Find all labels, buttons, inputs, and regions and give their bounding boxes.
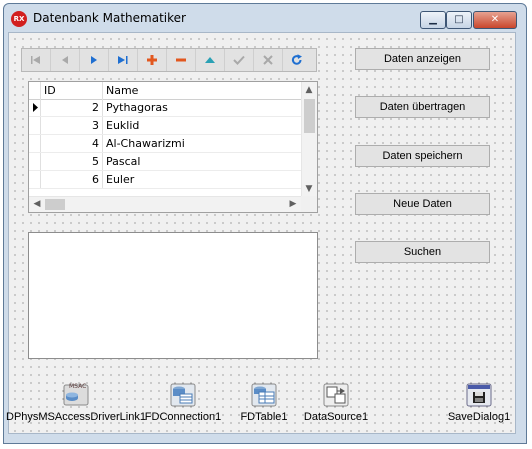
current-row-arrow-icon [33,103,38,112]
minimize-button[interactable]: ▁ [420,11,446,29]
cell-id[interactable]: 4 [41,135,103,152]
savedialog-component[interactable]: SaveDialog1 [444,382,514,423]
x-icon [263,55,273,65]
up-triangle-icon [205,57,215,63]
last-record-button[interactable] [109,49,138,71]
show-data-button[interactable]: Daten anzeigen [355,48,490,70]
table-row[interactable]: 4 Al-Chawarizmi [29,135,303,153]
check-icon [233,55,245,65]
table-row[interactable]: 2 Pythagoras [29,99,303,117]
scroll-up-icon[interactable]: ▲ [302,83,316,97]
edit-record-button[interactable] [196,49,225,71]
save-dialog-icon [465,382,493,408]
horizontal-scroll-thumb[interactable] [45,199,65,210]
app-logo-icon: RX [11,11,27,27]
driver-icon-label: MSAC [69,383,87,390]
vertical-scroll-thumb[interactable] [304,99,315,133]
memo-field[interactable] [28,232,318,359]
row-indicator [29,99,41,116]
delete-record-button[interactable] [167,49,196,71]
refresh-record-button[interactable] [283,49,312,71]
cell-name[interactable]: Euler [103,171,303,188]
transfer-data-button[interactable]: Daten übertragen [355,96,490,118]
cell-name[interactable]: Pythagoras [103,99,303,116]
datasource-label: DataSource1 [303,411,369,423]
cell-name[interactable]: Al-Chawarizmi [103,135,303,152]
cell-name[interactable]: Pascal [103,153,303,170]
table-row[interactable]: 5 Pascal [29,153,303,171]
table-icon [250,382,278,408]
cell-id[interactable]: 5 [41,153,103,170]
table-row[interactable]: 3 Euklid [29,117,303,135]
last-icon [118,56,128,64]
title-bar[interactable]: RX Datenbank Mathematiker ▁ □ ✕ [4,4,526,34]
scrollbar-corner [301,196,317,212]
table-label: FDTable1 [240,411,288,423]
connection-label: FDConnection1 [144,411,222,423]
column-header-id[interactable]: ID [41,82,103,99]
row-indicator [29,135,41,152]
table-row[interactable]: 6 Euler [29,171,303,189]
cell-id[interactable]: 6 [41,171,103,188]
search-button[interactable]: Suchen [355,241,490,263]
save-data-button[interactable]: Daten speichern [355,145,490,167]
database-connection-icon [169,382,197,408]
datasource-icon [322,382,350,408]
table-component[interactable]: FDTable1 [234,382,294,423]
grid-header: ID Name [29,82,303,100]
row-indicator [29,117,41,134]
cell-id[interactable]: 3 [41,117,103,134]
vertical-scrollbar[interactable]: ▲ ▼ [301,82,317,197]
plus-icon [147,55,157,65]
new-data-button[interactable]: Neue Daten [355,193,490,215]
next-record-button[interactable] [80,49,109,71]
driver-link-component[interactable]: MSAC DPhysMSAccessDriverLink1 [6,382,146,423]
driver-link-label: DPhysMSAccessDriverLink1 [6,411,146,423]
row-indicator [29,153,41,170]
row-indicator [29,171,41,188]
cancel-record-button[interactable] [254,49,283,71]
refresh-icon [291,54,302,65]
first-record-button[interactable] [22,49,51,71]
scroll-down-icon[interactable]: ▼ [302,182,316,196]
indicator-header [29,82,41,99]
next-icon [91,56,97,64]
database-driver-icon: MSAC [62,382,90,408]
column-header-name[interactable]: Name [103,82,303,99]
first-icon [31,56,40,64]
cell-name[interactable]: Euklid [103,117,303,134]
maximize-button[interactable]: □ [446,11,472,29]
insert-record-button[interactable] [138,49,167,71]
minus-icon [176,58,186,62]
scroll-left-icon[interactable]: ◀ [30,197,44,211]
prior-icon [62,56,68,64]
cell-id[interactable]: 2 [41,99,103,116]
data-grid[interactable]: ID Name 2 Pythagoras 3 Euklid 4 Al-Chawa… [28,81,318,213]
connection-component[interactable]: FDConnection1 [143,382,223,423]
scroll-right-icon[interactable]: ▶ [286,197,300,211]
close-button[interactable]: ✕ [473,11,517,29]
horizontal-scrollbar[interactable]: ◀ ▶ [29,196,301,212]
window-title: Datenbank Mathematiker [33,11,186,25]
db-navigator [21,48,317,72]
datasource-component[interactable]: DataSource1 [300,382,372,423]
post-record-button[interactable] [225,49,254,71]
savedialog-label: SaveDialog1 [447,411,511,423]
prior-record-button[interactable] [51,49,80,71]
